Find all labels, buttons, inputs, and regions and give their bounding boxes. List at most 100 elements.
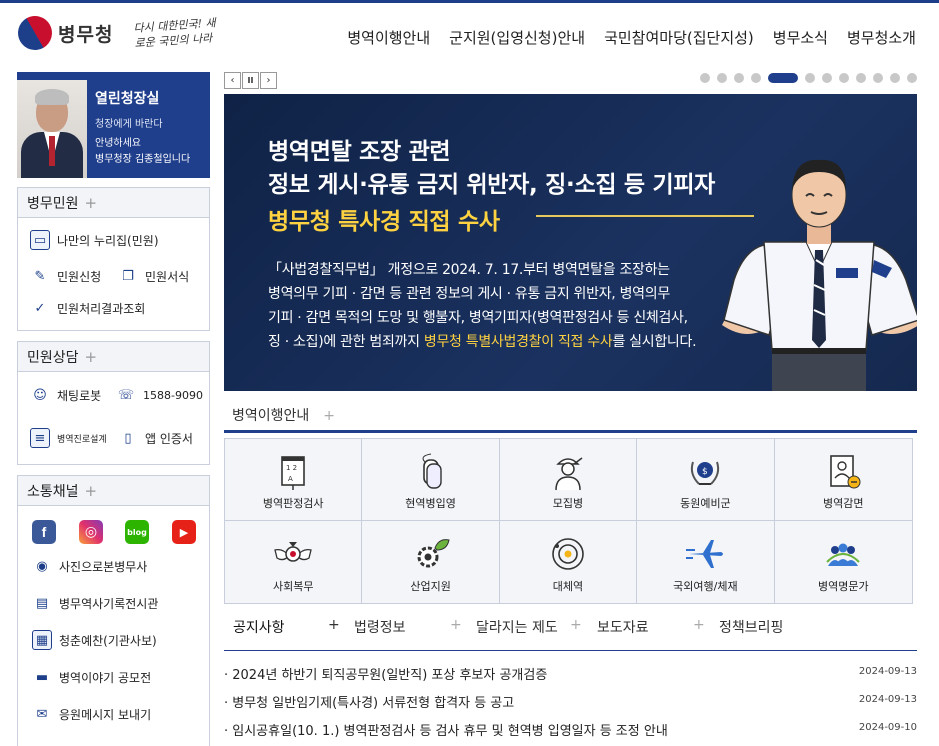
soldier-salute-icon: [555, 457, 583, 491]
service-guide-underline: [224, 430, 917, 433]
service-item-exemption[interactable]: 병역감면: [774, 439, 912, 521]
taegeuk-emblem-icon: [11, 9, 59, 57]
notice-row[interactable]: · 병무청 일반임기제(특사경) 서류전형 합격자 등 공고 2024-09-13: [224, 692, 917, 720]
slider-prev-button[interactable]: ‹: [224, 72, 241, 89]
slider-dot[interactable]: [717, 73, 727, 83]
service-item-recruit[interactable]: 모집병: [499, 439, 638, 521]
nav-item-enlistment[interactable]: 군지원(입영신청)안내: [449, 27, 585, 48]
tab-notice[interactable]: 공지사항 +: [233, 617, 340, 637]
slider-dot[interactable]: [751, 73, 761, 83]
target-icon: [552, 538, 584, 570]
story-contest-link[interactable]: ▬ 병역이야기 공모전: [32, 667, 151, 687]
logo-text: 병무청: [58, 23, 114, 46]
consult-header[interactable]: 민원상담 +: [18, 342, 209, 372]
plus-icon: +: [84, 348, 98, 366]
blog-icon[interactable]: blog: [125, 520, 149, 544]
civil-forms-link[interactable]: ❐ 민원서식: [118, 266, 189, 286]
sns-box: 소통채널 + f ◎ blog ▶ ◉ 사진으로본병무사 ▤ 병무역사기록전시관 ▦ 청…: [17, 475, 210, 746]
career-plan-link[interactable]: ≡ 병역진로설계: [30, 428, 107, 448]
service-item-social-service[interactable]: 사회복무: [225, 521, 363, 603]
plus-icon: +: [84, 194, 98, 212]
ceo-office-banner[interactable]: 열린청장실 청장에게 바란다 안녕하세요 병무청장 김종철입니다: [17, 72, 210, 178]
slider-dot[interactable]: [822, 73, 832, 83]
civil-service-header[interactable]: 병무민원 +: [18, 188, 209, 218]
notice-row[interactable]: · 2024년 하반기 퇴직공무원(일반직) 포상 후보자 공개검증 2024-0…: [224, 664, 917, 692]
svg-text:$: $: [702, 467, 708, 477]
image-icon: ▦: [32, 630, 52, 650]
slider-dot[interactable]: [768, 73, 798, 83]
slider-pause-button[interactable]: II: [242, 72, 259, 89]
cheer-message-link[interactable]: ✉ 응원메시지 보내기: [32, 704, 152, 724]
forms-icon: ❐: [122, 268, 134, 284]
tab-briefing[interactable]: 정책브리핑: [719, 617, 783, 637]
slider-dot[interactable]: [700, 73, 710, 83]
envelope-icon: ✉: [36, 706, 48, 722]
document-edit-icon: ✎: [34, 268, 46, 284]
service-item-enlistment[interactable]: 현역병입영: [362, 439, 500, 521]
service-item-physical-exam[interactable]: 1 2A 병역판정검사: [225, 439, 363, 521]
ceo-office-title: 열린청장실: [95, 91, 160, 107]
site-logo[interactable]: 병무청: [11, 9, 114, 57]
notice-tabs: 공지사항 + 법령정보 + 달라지는 제도 + 보도자료 + 정책브리핑: [224, 611, 917, 651]
civil-apply-link[interactable]: ✎ 민원신청: [30, 266, 102, 286]
phone-icon: ☏: [117, 387, 135, 403]
plus-icon: +: [328, 617, 340, 633]
plus-icon: +: [84, 482, 98, 500]
service-item-honor-family[interactable]: 병역명문가: [775, 521, 912, 603]
service-grid: 1 2A 병역판정검사 현역병입영 모집병 $ 동원예비군 병역감면 사회복무 …: [224, 438, 913, 604]
service-guide-tab[interactable]: 병역이행안내 +: [232, 405, 335, 425]
slider-dot[interactable]: [907, 73, 917, 83]
banner-highlight: 병무청 특사경 직접 수사: [268, 209, 500, 235]
tab-changes[interactable]: 달라지는 제도 +: [476, 617, 582, 637]
nav-item-news[interactable]: 병무소식: [773, 27, 828, 48]
facebook-icon[interactable]: f: [32, 520, 56, 544]
plus-icon: +: [693, 617, 705, 633]
history-hall-link[interactable]: ▤ 병무역사기록전시관: [32, 593, 159, 613]
webzine-link[interactable]: ▦ 청춘예찬(기관사보): [32, 630, 157, 650]
instagram-icon[interactable]: ◎: [79, 520, 103, 544]
svg-text:1 2: 1 2: [286, 464, 297, 472]
wing-badge-icon: [274, 542, 312, 562]
id-card-icon: [830, 455, 861, 489]
service-item-overseas[interactable]: 국외여행/체재: [637, 521, 775, 603]
plus-icon: +: [323, 408, 336, 424]
monitor-icon: ▭: [30, 230, 50, 250]
service-item-industry[interactable]: 산업지원: [362, 521, 500, 603]
nav-item-military-service[interactable]: 병역이행안내: [347, 27, 430, 48]
phone-number[interactable]: ☏ 1588-9090: [116, 385, 203, 405]
slider-dot[interactable]: [734, 73, 744, 83]
civil-result-link[interactable]: ✓ 민원처리결과조회: [30, 298, 146, 318]
service-item-reserve[interactable]: $ 동원예비군: [637, 439, 775, 521]
chatbot-link[interactable]: ☺ 채팅로봇: [30, 385, 101, 405]
plus-icon: +: [450, 617, 462, 633]
slider-dot[interactable]: [856, 73, 866, 83]
my-homepage-link[interactable]: ▭ 나만의 누리집(민원): [30, 230, 159, 250]
main-navigation: 병역이행안내 군지원(입영신청)안내 국민참여마당(집단지성) 병무소식 병무청…: [347, 27, 916, 48]
service-item-alternative[interactable]: 대체역: [500, 521, 638, 603]
app-cert-link[interactable]: ▯ 앱 인증서: [118, 428, 193, 448]
eye-chart-icon: 1 2 A: [281, 456, 305, 490]
slider-dot[interactable]: [873, 73, 883, 83]
result-search-icon: ✓: [34, 300, 46, 316]
slider-next-button[interactable]: ›: [260, 72, 277, 89]
officer-illustration: [722, 159, 917, 391]
youtube-icon[interactable]: ▶: [172, 520, 196, 544]
tab-press[interactable]: 보도자료 +: [597, 617, 705, 637]
photo-history-link[interactable]: ◉ 사진으로본병무사: [32, 556, 147, 576]
slogan: 다시 대한민국! 새로운 국민의 나라: [133, 16, 217, 50]
reserve-emblem-icon: $: [691, 461, 720, 485]
nav-item-participation[interactable]: 국민참여마당(집단지성): [604, 27, 754, 48]
career-icon: ≡: [30, 428, 50, 448]
main-banner[interactable]: 병역면탈 조장 관련 정보 게시·유통 금지 위반자, 징·소집 등 기피자 병무…: [224, 94, 917, 391]
nav-item-about[interactable]: 병무청소개: [847, 27, 916, 48]
slider-dot[interactable]: [890, 73, 900, 83]
top-accent-line: [0, 0, 939, 3]
slider-dot[interactable]: [805, 73, 815, 83]
notice-row[interactable]: · 임시공휴일(10. 1.) 병역판정검사 등 검사 휴무 및 현역병 입영일…: [224, 720, 917, 746]
plus-icon: +: [570, 617, 582, 633]
notice-list: · 2024년 하반기 퇴직공무원(일반직) 포상 후보자 공개검증 2024-0…: [224, 664, 917, 746]
mobile-cert-icon: ▯: [124, 430, 132, 446]
slider-dot[interactable]: [839, 73, 849, 83]
sns-header[interactable]: 소통채널 +: [18, 476, 209, 506]
tab-law[interactable]: 법령정보 +: [354, 617, 462, 637]
